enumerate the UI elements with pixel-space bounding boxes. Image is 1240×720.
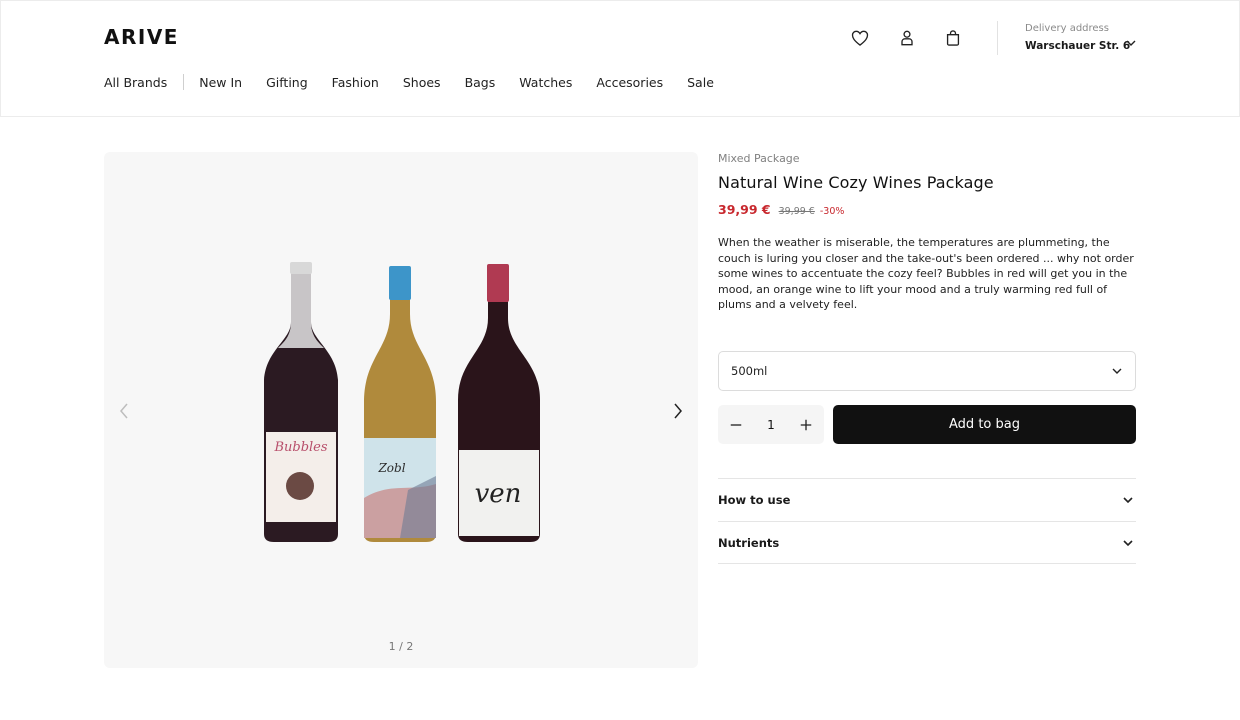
size-select[interactable]: 500ml	[718, 351, 1136, 391]
quantity-value: 1	[767, 417, 775, 432]
delivery-label: Delivery address	[1025, 23, 1109, 34]
nav-new-in[interactable]: New In	[199, 75, 242, 90]
nav-watches[interactable]: Watches	[519, 75, 572, 90]
header-divider	[997, 21, 998, 55]
product-title: Natural Wine Cozy Wines Package	[718, 173, 994, 192]
heart-icon	[851, 30, 869, 46]
delivery-address[interactable]: Delivery address Warschauer Str. 6	[1025, 23, 1136, 53]
product-description: When the weather is miserable, the tempe…	[718, 236, 1134, 311]
site-header: ARIVE All Brands New In Gifting Fashion …	[0, 0, 1240, 117]
bag-button[interactable]	[942, 27, 964, 49]
bottle-label-2: Zobl	[377, 461, 405, 475]
bottle-label-3: ven	[475, 479, 522, 509]
nav-bags[interactable]: Bags	[465, 75, 496, 90]
accordion-nutrients[interactable]: Nutrients	[718, 521, 1136, 564]
size-select-value: 500ml	[731, 364, 768, 378]
bottle-label-1: Bubbles	[273, 440, 327, 455]
accordion-label: Nutrients	[718, 535, 780, 550]
price-row: 39,99 € 39,99 € -30%	[718, 202, 1136, 217]
bottle-bubbles: Bubbles	[264, 262, 338, 542]
original-price: 39,99 €	[778, 206, 815, 217]
increase-quantity-button[interactable]	[798, 417, 814, 433]
product-gallery: Bubbles Zobl ven 1 / 2	[104, 152, 698, 668]
bottle-zobl: Zobl	[364, 266, 436, 542]
nav-fashion[interactable]: Fashion	[332, 75, 379, 90]
nav-shoes[interactable]: Shoes	[403, 75, 441, 90]
nav-accesories[interactable]: Accesories	[596, 75, 663, 90]
accordion-label: How to use	[718, 493, 791, 507]
chevron-down-icon	[1126, 40, 1136, 46]
gallery-next-button[interactable]	[670, 402, 686, 420]
product-image: Bubbles Zobl ven	[264, 262, 540, 542]
bag-icon	[946, 30, 960, 46]
quantity-stepper: 1	[718, 405, 824, 444]
plus-icon	[800, 419, 812, 430]
chevron-down-icon	[1123, 497, 1133, 504]
current-price: 39,99 €	[718, 202, 771, 217]
decrease-quantity-button[interactable]	[728, 417, 744, 433]
user-icon	[901, 30, 913, 46]
product-category: Mixed Package	[718, 152, 800, 165]
accordion-how-to-use[interactable]: How to use	[718, 478, 1136, 521]
gallery-counter: 1 / 2	[388, 640, 414, 653]
chevron-down-icon	[1112, 368, 1122, 374]
product-info: Mixed Package Natural Wine Cozy Wines Pa…	[718, 152, 1136, 313]
nav-divider	[183, 74, 185, 90]
bottle-ven: ven	[458, 264, 540, 542]
gallery-prev-button[interactable]	[116, 402, 132, 420]
discount-badge: -30%	[819, 206, 845, 217]
main-nav: All Brands New In Gifting Fashion Shoes …	[104, 73, 738, 91]
add-to-bag-button[interactable]: Add to bag	[833, 405, 1136, 444]
chevron-left-icon	[120, 403, 128, 419]
wishlist-button[interactable]	[849, 27, 871, 49]
nav-all-brands[interactable]: All Brands	[104, 75, 167, 90]
chevron-down-icon	[1123, 540, 1133, 547]
delivery-value: Warschauer Str. 6	[1025, 40, 1131, 52]
minus-icon	[730, 423, 742, 426]
nav-sale[interactable]: Sale	[687, 75, 714, 90]
brand-logo[interactable]: ARIVE	[104, 25, 179, 49]
chevron-right-icon	[674, 403, 682, 419]
account-button[interactable]	[896, 27, 918, 49]
nav-gifting[interactable]: Gifting	[266, 75, 308, 90]
